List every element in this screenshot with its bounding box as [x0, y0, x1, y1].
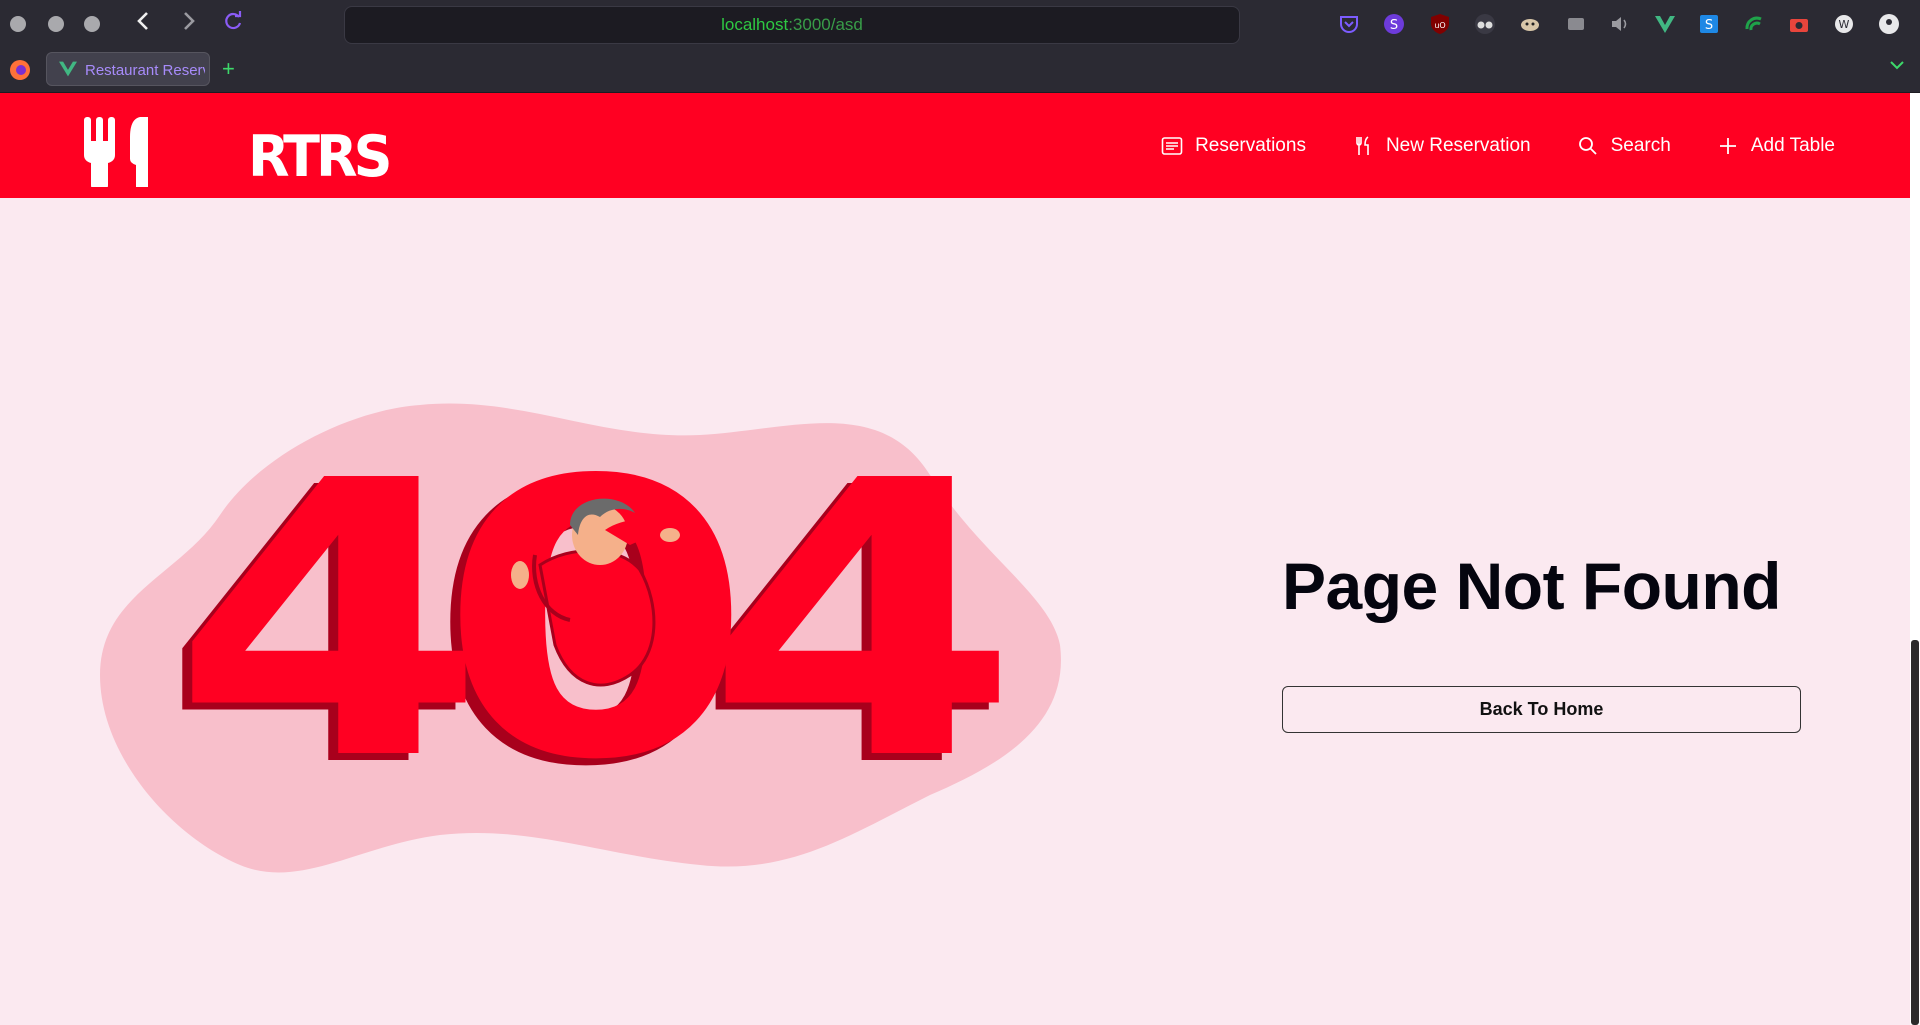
nav-new-reservation[interactable]: New Reservation — [1352, 135, 1531, 157]
404-illustration: 404 404 — [100, 400, 1061, 873]
plus-icon — [1719, 137, 1736, 154]
svg-text:S: S — [1705, 18, 1713, 33]
screen-icon[interactable] — [1565, 13, 1587, 35]
vue-icon — [59, 61, 77, 77]
svg-text:S: S — [1390, 18, 1398, 33]
reload-icon — [225, 11, 242, 30]
camera-icon[interactable] — [1788, 13, 1810, 35]
tab-title: Restaurant Reservations — [85, 62, 205, 79]
tab-restaurant-reservations[interactable]: Restaurant Reservations — [46, 52, 210, 86]
dog-icon[interactable] — [1519, 13, 1541, 35]
url-path: :3000/asd — [788, 15, 863, 34]
browser-titlebar: localhost:3000/asd S uO S W — [0, 0, 1920, 48]
app-logo[interactable]: RTRS — [82, 103, 392, 193]
fork-knife-icon — [1356, 135, 1369, 155]
ublock-icon[interactable]: uO — [1429, 13, 1451, 35]
scrollbar-thumb[interactable] — [1911, 640, 1919, 1025]
reload-button[interactable] — [219, 10, 247, 38]
search-icon — [1578, 136, 1597, 155]
nav-new-reservation-label: New Reservation — [1385, 134, 1531, 156]
s-blue-icon[interactable]: S — [1698, 13, 1720, 35]
nav-search[interactable]: Search — [1577, 135, 1671, 157]
volume-icon[interactable] — [1609, 13, 1631, 35]
list-icon — [1161, 136, 1183, 155]
chevron-left-icon — [137, 12, 148, 30]
fork-knife-logo-icon — [84, 117, 148, 193]
nav-add-table-label: Add Table — [1750, 134, 1835, 156]
firefox-icon[interactable] — [9, 59, 31, 81]
glasses-icon[interactable] — [1474, 13, 1496, 35]
window-close-button[interactable] — [10, 16, 26, 32]
chevron-right-icon — [184, 12, 195, 30]
svg-text:uO: uO — [1434, 21, 1445, 30]
nav-search-label: Search — [1610, 134, 1671, 156]
window-maximize-button[interactable] — [84, 16, 100, 32]
page-title: Page Not Found — [1282, 549, 1781, 623]
vue-devtools-icon[interactable] — [1654, 13, 1676, 35]
nav-reservations-label: Reservations — [1195, 134, 1306, 156]
back-button[interactable] — [130, 10, 158, 38]
forward-button[interactable] — [174, 10, 202, 38]
main-nav: Reservations New Reservation Search Add … — [1161, 93, 1835, 198]
nav-reservations[interactable]: Reservations — [1161, 135, 1306, 157]
back-to-home-button[interactable]: Back To Home — [1282, 686, 1801, 733]
logo-text: RTRS — [248, 123, 392, 190]
chevron-down-icon[interactable] — [1888, 56, 1906, 74]
signal-icon[interactable] — [1743, 13, 1765, 35]
world-icon[interactable]: W — [1833, 13, 1855, 35]
app-header: RTRS Reservations New Reservation Search… — [0, 93, 1910, 198]
window-minimize-button[interactable] — [48, 16, 64, 32]
url-host: localhost — [721, 15, 789, 34]
url-bar[interactable]: localhost:3000/asd — [344, 6, 1240, 44]
nav-add-table[interactable]: Add Table — [1717, 135, 1835, 157]
s-extension-icon[interactable]: S — [1383, 13, 1405, 35]
svg-text:W: W — [1839, 18, 1850, 31]
tab-strip: Restaurant Reservations + — [0, 48, 1920, 93]
new-tab-button[interactable]: + — [222, 52, 235, 86]
firefox-account-icon[interactable] — [1878, 13, 1900, 35]
pocket-icon[interactable] — [1338, 13, 1360, 35]
